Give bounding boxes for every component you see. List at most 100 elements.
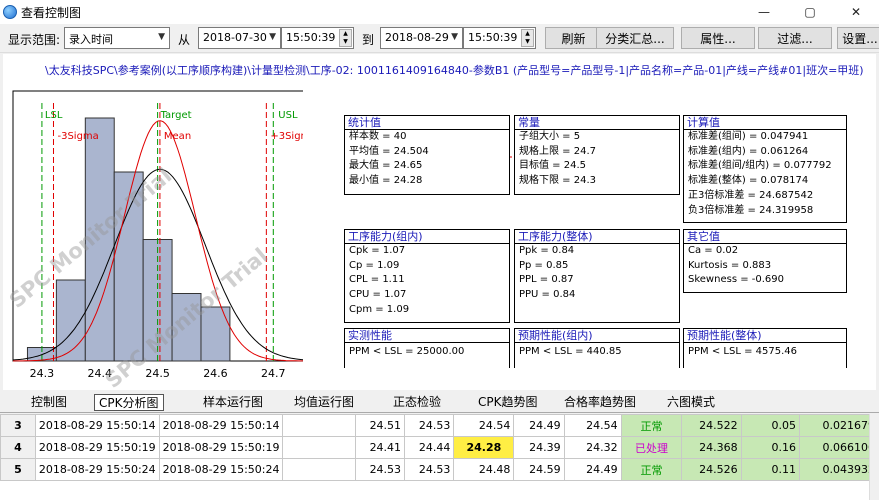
from-label: 从 <box>178 33 191 47</box>
cell-range: 0.11 <box>740 458 801 481</box>
capability-row: CPL = 1.11 <box>349 274 405 286</box>
chevron-down-icon: ▼ <box>451 32 458 42</box>
to-date-picker[interactable]: 2018-08-29 ▼ <box>380 27 463 49</box>
table-row[interactable]: 3 2018-08-29 15:50:14 2018-08-29 15:50:14 2… <box>0 414 879 437</box>
calc-row: 标准差(组间/组内) = 0.077792 <box>688 160 832 172</box>
tab-six-chart[interactable]: 六图模式 <box>663 394 719 411</box>
cell-range: 0.05 <box>740 414 801 437</box>
constants-box: 常量 子组大小 = 5 规格上限 = 24.7 目标值 = 24.5 规格下限 … <box>514 115 680 195</box>
other-row: Skewness = -0.690 <box>688 274 784 286</box>
app-icon <box>3 5 17 19</box>
cell-sd: 0.066106 <box>799 436 879 459</box>
row-id: 4 <box>0 436 36 459</box>
calc-row: 标准差(组间) = 0.047941 <box>688 131 809 142</box>
row-id: 3 <box>0 414 36 437</box>
title-bar: 查看控制图 — ▢ ✕ <box>0 0 879 24</box>
spin-arrows-icon[interactable]: ▲ ▼ <box>339 29 352 47</box>
refresh-button[interactable]: 刷新 <box>545 27 602 49</box>
close-button[interactable]: ✕ <box>833 0 879 24</box>
cell-time2: 2018-08-29 15:50:24 <box>158 458 284 481</box>
toolbar: 显示范围: 录入时间 ▼ 从 2018-07-30 ▼ 15:50:39 ▲ ▼ … <box>0 24 879 53</box>
capability-row: CPU = 1.07 <box>349 289 407 301</box>
calc-box-title: 计算值 <box>684 116 846 130</box>
plus3sigma-label: +3Sigma <box>270 131 303 142</box>
cell-value: 24.54 <box>453 414 515 437</box>
chart-panel: \太友科技SPC\参考案例(以工序顺序构建)\计量型检测\工序-02: 1001… <box>3 54 876 393</box>
cell-time1: 2018-08-29 15:50:24 <box>34 458 160 481</box>
other-row: Ca = 0.02 <box>688 245 739 256</box>
constants-row: 子组大小 = 5 <box>519 131 581 142</box>
calc-row: 负3倍标准差 = 24.319958 <box>688 204 814 216</box>
minimize-button[interactable]: — <box>741 0 787 24</box>
table-row[interactable]: 5 2018-08-29 15:50:24 2018-08-29 15:50:24 2… <box>0 458 879 481</box>
stats-row: 平均值 = 24.504 <box>349 145 429 157</box>
cell-value: 24.49 <box>563 458 622 481</box>
capability-overall-box: 工序能力(整体) Ppk = 0.84 Pp = 0.85 PPL = 0.87… <box>514 229 680 323</box>
cell-mean: 24.526 <box>681 458 742 481</box>
range-select[interactable]: 录入时间 ▼ <box>64 27 170 49</box>
capability-overall-title: 工序能力(整体) <box>515 230 679 244</box>
capability-row: Cp = 1.09 <box>349 259 400 271</box>
mean-label: Mean <box>164 131 191 142</box>
chevron-down-icon: ▼ <box>158 32 165 42</box>
cell-sd: 0.043932 <box>799 458 879 481</box>
view-tabs: 控制图 CPK分析图 样本运行图 均值运行图 正态检验 CPK趋势图 合格率趋势… <box>0 391 879 413</box>
capability-row: PPL = 0.87 <box>519 274 574 286</box>
x-tick-label: 24.3 <box>30 367 55 380</box>
from-time-value: 15:50:39 <box>286 31 336 44</box>
capability-row: PPU = 0.84 <box>519 289 576 301</box>
cell-value: 24.59 <box>513 458 565 481</box>
properties-button[interactable]: 属性... <box>681 27 755 49</box>
constants-row: 目标值 = 24.5 <box>519 160 587 172</box>
cell-empty <box>282 458 356 481</box>
other-values-title: 其它值 <box>684 230 846 244</box>
vertical-scrollbar[interactable] <box>869 414 879 500</box>
perf-row: PPM < LSL = 440.85 <box>519 346 622 357</box>
tab-mean-run[interactable]: 均值运行图 <box>290 394 358 411</box>
table-row[interactable]: 4 2018-08-29 15:50:19 2018-08-29 15:50:19 2… <box>0 436 879 459</box>
cell-value: 24.48 <box>453 458 515 481</box>
to-date-value: 2018-08-29 <box>385 31 449 44</box>
cell-value: 24.49 <box>513 414 565 437</box>
calc-box: 计算值 标准差(组间) = 0.047941 标准差(组内) = 0.06126… <box>683 115 847 223</box>
maximize-button[interactable]: ▢ <box>787 0 833 24</box>
tab-cpk-trend[interactable]: CPK趋势图 <box>474 394 542 411</box>
cell-value: 24.51 <box>354 414 406 437</box>
usl-label: USL <box>278 110 298 121</box>
cell-status: 正常 <box>620 414 683 437</box>
tab-control-chart[interactable]: 控制图 <box>27 394 71 411</box>
cell-time2: 2018-08-29 15:50:14 <box>158 414 284 437</box>
filter-button[interactable]: 过滤... <box>758 27 832 49</box>
window-title: 查看控制图 <box>21 5 82 20</box>
cell-value: 24.44 <box>404 436 455 459</box>
to-time-spinner[interactable]: 15:50:39 ▲ ▼ <box>463 27 536 49</box>
cell-mean: 24.368 <box>681 436 742 459</box>
settings-button[interactable]: 设置... <box>837 27 879 49</box>
cell-value: 24.53 <box>404 458 455 481</box>
from-time-spinner[interactable]: 15:50:39 ▲ ▼ <box>281 27 354 49</box>
row-id: 5 <box>0 458 36 481</box>
cell-value: 24.54 <box>563 414 622 437</box>
x-tick-label: 24.6 <box>203 367 228 380</box>
cell-value: 24.39 <box>513 436 565 459</box>
cell-range: 0.16 <box>740 436 801 459</box>
summary-button[interactable]: 分类汇总... <box>596 27 674 49</box>
stats-row: 最大值 = 24.65 <box>349 160 423 172</box>
tab-cpk-analysis[interactable]: CPK分析图 <box>94 394 164 411</box>
capability-row: Cpm = 1.09 <box>349 303 410 315</box>
stats-row: 样本数 = 40 <box>349 131 407 142</box>
cell-value: 24.53 <box>404 414 455 437</box>
actual-perf-box: 实测性能 PPM < LSL = 25000.00 <box>344 328 510 368</box>
expected-within-title: 预期性能(组内) <box>515 329 679 343</box>
from-date-picker[interactable]: 2018-07-30 ▼ <box>198 27 281 49</box>
data-table: 3 2018-08-29 15:50:14 2018-08-29 15:50:14 2… <box>0 414 879 500</box>
stats-box-title: 统计值 <box>345 116 509 130</box>
spin-arrows-icon[interactable]: ▲ ▼ <box>521 29 534 47</box>
cell-status: 已处理 <box>620 436 683 459</box>
tab-yield-trend[interactable]: 合格率趋势图 <box>560 394 640 411</box>
tab-sample-run[interactable]: 样本运行图 <box>199 394 267 411</box>
cell-time1: 2018-08-29 15:50:19 <box>34 436 160 459</box>
tab-normality[interactable]: 正态检验 <box>389 394 445 411</box>
cell-value: 24.41 <box>354 436 406 459</box>
constants-row: 规格下限 = 24.3 <box>519 175 597 187</box>
